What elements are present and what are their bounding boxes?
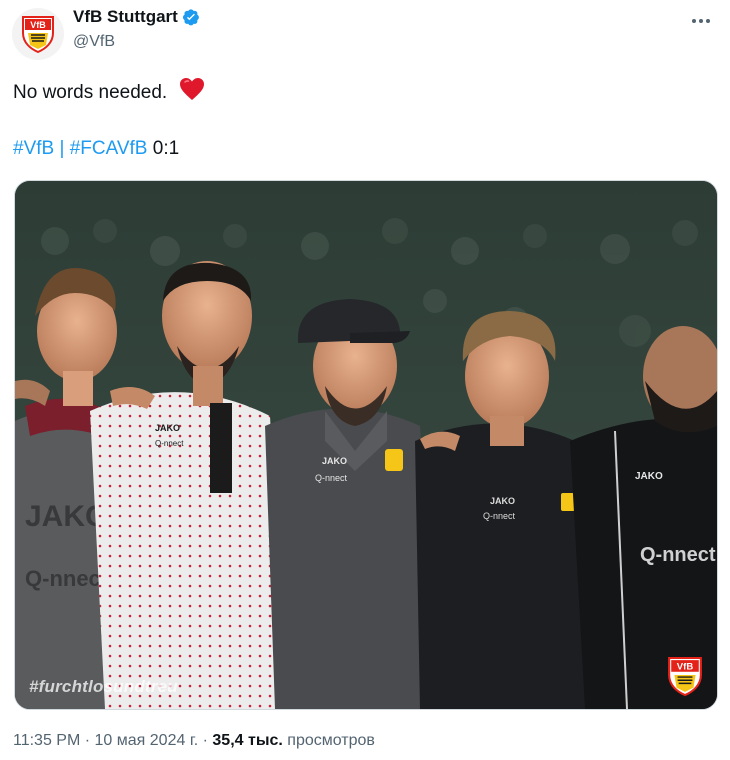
jersey-sponsor-text: JAKO [155,423,180,433]
jersey-sponsor-text: Q-nnect [155,439,184,448]
meta-separator: · [84,732,91,749]
hashtag-fcavfb-link[interactable]: #FCAVfB [70,138,148,159]
dot-icon [699,19,703,23]
dot-icon [706,19,710,23]
more-options-button[interactable] [684,8,718,34]
vfb-crest-icon: VfB [22,16,54,53]
hashtag-vfb-link[interactable]: #VfB [13,138,54,159]
display-name[interactable]: VfB Stuttgart [73,7,178,27]
crest-text: VfB [30,20,46,30]
tweet-text: No words needed. [13,77,205,105]
verified-badge-icon [182,9,199,26]
jersey-sponsor-text: Q-nnect [25,566,109,591]
vfb-crest-icon: VfB [668,656,702,697]
match-score: 0:1 [152,138,180,159]
tweet-photo[interactable]: JAKO Q-nnect JAKO Q-nnect JAKO Q-nnect J… [14,180,718,710]
hashtag-separator: | [59,138,65,159]
meta-separator: · [202,732,208,749]
avatar[interactable]: VfB [12,8,64,60]
dot-icon [692,19,696,23]
jersey-sponsor-text: JAKO [635,471,663,482]
views-label: просмотров [287,732,375,749]
tweet-metadata: 11:35 PM · 10 мая 2024 г. · 35,4 тыс. пр… [13,732,375,750]
team-photo-illustration: JAKO Q-nnect JAKO Q-nnect JAKO Q-nnect J… [15,181,717,709]
views-count: 35,4 тыс. [212,732,283,749]
photo-watermark: #furchtlosundtreu [29,677,178,696]
jersey-sponsor-text: JAKO [490,496,515,506]
jersey-sponsor-text: Q-nnect [315,473,348,483]
tweet-date-link[interactable]: 10 мая 2024 г. [95,732,199,749]
tweet-time-link[interactable]: 11:35 PM [13,732,80,749]
jersey-sponsor-text: Q-nnect [640,544,716,566]
tweet-header: VfB VfB Stuttgart @VfB [0,0,730,70]
red-heart-icon [179,78,204,100]
crest-text: VfB [677,662,694,673]
jersey-sponsor-text: JAKO [322,456,347,466]
jersey-sponsor-text: Q-nnect [483,511,516,521]
hashtag-line: #VfB | #FCAVfB 0:1 [13,137,179,161]
account-handle[interactable]: @VfB [73,33,115,51]
name-row: VfB Stuttgart [73,7,200,27]
tweet-body: No words needed. [13,82,168,103]
